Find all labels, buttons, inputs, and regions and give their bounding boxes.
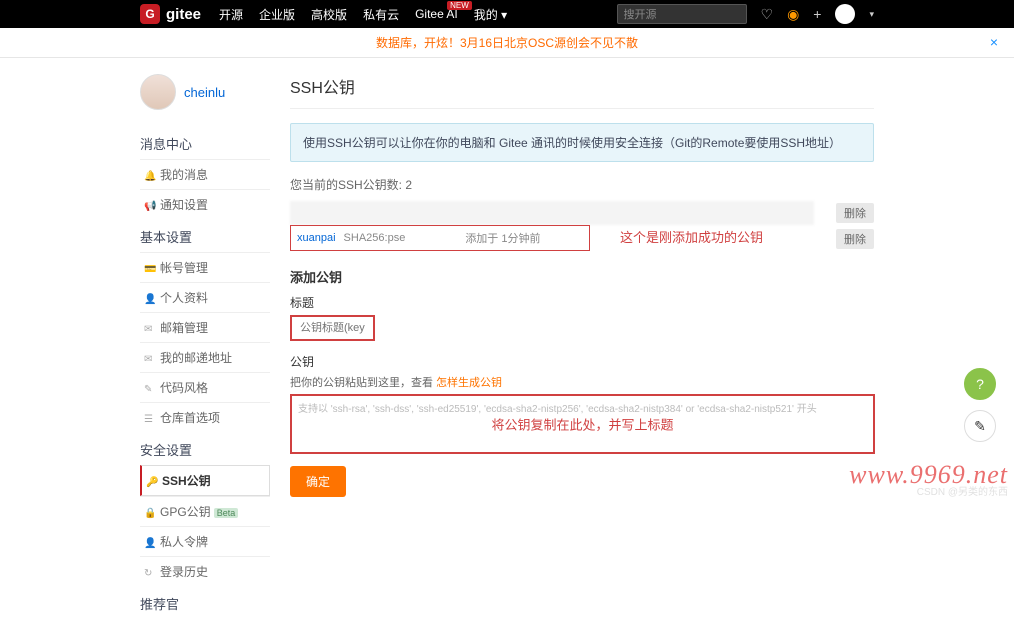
title-input[interactable] — [290, 315, 375, 341]
card-icon: 💳 — [144, 264, 158, 275]
sliders-icon: ☰ — [144, 414, 158, 425]
nav-education[interactable]: 高校版 — [311, 6, 347, 23]
main-content: SSH公钥 使用SSH公钥可以让你在你的电脑和 Gitee 通讯的时候使用安全连… — [290, 74, 874, 619]
bell-icon[interactable]: ♡ — [761, 6, 774, 23]
beta-badge: Beta — [214, 508, 239, 518]
annotation-paste: 将公钥复制在此处，并写上标题 — [491, 415, 673, 434]
title-label: 标题 — [290, 294, 874, 311]
key-hash: SHA256:pse — [344, 232, 406, 244]
pencil-icon: ✎ — [144, 384, 158, 395]
howto-link[interactable]: 怎样生成公钥 — [436, 377, 502, 389]
submit-button[interactable]: 确定 — [290, 466, 346, 497]
user-avatar — [140, 74, 176, 110]
help-button[interactable]: ? — [964, 368, 996, 400]
section-security: 安全设置 — [140, 432, 270, 465]
key-time: 添加于 1分钟前 — [465, 230, 540, 246]
user-icon: 👤 — [144, 538, 158, 549]
ssh-key-row-blurred: placeholder row placeholder row placehol… — [290, 201, 874, 225]
nav-enterprise[interactable]: 企业版 — [259, 6, 295, 23]
section-recommend: 推荐官 — [140, 586, 270, 619]
ssh-key-row: xuanpai SHA256:pse 添加于 1分钟前 — [290, 225, 590, 251]
sidebar-item-repopref[interactable]: ☰仓库首选项 — [140, 402, 270, 432]
sidebar-item-token[interactable]: 👤私人令牌 — [140, 526, 270, 556]
info-box: 使用SSH公钥可以让你在你的电脑和 Gitee 通讯的时候使用安全连接（Git的… — [290, 123, 874, 162]
user-box[interactable]: cheinlu — [140, 74, 270, 110]
banner-text[interactable]: 数据库，开炫！3月16日北京OSC源创会不见不散 — [376, 36, 638, 50]
sidebar-item-sshkey[interactable]: 🔑SSH公钥 — [140, 465, 270, 496]
lock-icon: 🔒 — [144, 508, 158, 519]
sidebar-item-mailaddr[interactable]: ✉我的邮递地址 — [140, 342, 270, 372]
sidebar-item-loginhistory[interactable]: ↻登录历史 — [140, 556, 270, 586]
sidebar-item-gpgkey[interactable]: 🔒GPG公钥Beta — [140, 496, 270, 526]
history-icon: ↻ — [144, 568, 158, 579]
close-icon[interactable]: × — [990, 34, 998, 50]
delete-button[interactable]: 删除 — [836, 203, 874, 223]
form-title: 添加公钥 — [290, 267, 874, 286]
key-icon: 🔑 — [146, 477, 160, 488]
nav-giteeai[interactable]: Gitee AINEW — [415, 7, 458, 21]
sidebar-item-mymessages[interactable]: 🔔我的消息 — [140, 159, 270, 189]
new-badge: NEW — [447, 1, 472, 10]
delete-button[interactable]: 删除 — [836, 229, 874, 249]
sidebar-item-email[interactable]: ✉邮箱管理 — [140, 312, 270, 342]
announcement-banner: 数据库，开炫！3月16日北京OSC源创会不见不散 × — [0, 28, 1014, 58]
nav-opensource[interactable]: 开源 — [219, 6, 243, 23]
sidebar-item-codestyle[interactable]: ✎代码风格 — [140, 372, 270, 402]
speaker-icon: 📢 — [144, 201, 158, 212]
envelope-icon: ✉ — [144, 354, 158, 365]
sidebar-item-account[interactable]: 💳帐号管理 — [140, 252, 270, 282]
username: cheinlu — [184, 85, 225, 100]
nav-mine[interactable]: 我的 ▾ — [474, 6, 507, 23]
key-name[interactable]: xuanpai — [297, 232, 336, 244]
topbar: G gitee 开源 企业版 高校版 私有云 Gitee AINEW 我的 ▾ … — [0, 0, 1014, 28]
location-icon[interactable]: ◉ — [787, 6, 799, 23]
nav-privatecloud[interactable]: 私有云 — [363, 6, 399, 23]
page-title: SSH公钥 — [290, 74, 874, 109]
pubkey-textarea[interactable]: 支持以 'ssh-rsa', 'ssh-dss', 'ssh-ed25519',… — [290, 394, 875, 454]
feedback-button[interactable]: ✎ — [964, 410, 996, 442]
logo-icon[interactable]: G — [140, 4, 160, 24]
mail-icon: ✉ — [144, 324, 158, 335]
caret-icon[interactable]: ▾ — [869, 9, 874, 20]
pubkey-label: 公钥 — [290, 353, 874, 370]
key-count: 您当前的SSH公钥数: 2 — [290, 176, 874, 193]
section-messages: 消息中心 — [140, 126, 270, 159]
annotation-success: 这个是刚添加成功的公钥 — [620, 227, 763, 246]
sidebar: cheinlu 消息中心 🔔我的消息 📢通知设置 基本设置 💳帐号管理 👤个人资… — [140, 74, 270, 619]
sidebar-item-notifysettings[interactable]: 📢通知设置 — [140, 189, 270, 219]
csdn-watermark: CSDN @另类的东西 — [917, 483, 1008, 498]
sidebar-item-profile[interactable]: 👤个人资料 — [140, 282, 270, 312]
pubkey-hint: 把你的公钥粘贴到这里，查看 怎样生成公钥 — [290, 374, 874, 390]
avatar[interactable] — [835, 4, 855, 24]
search-input[interactable]: 搜开源 — [617, 4, 747, 24]
plus-icon[interactable]: + — [813, 6, 821, 22]
logo-text[interactable]: gitee — [166, 6, 201, 23]
bell-icon: 🔔 — [144, 171, 158, 182]
section-basic: 基本设置 — [140, 219, 270, 252]
user-icon: 👤 — [144, 294, 158, 305]
